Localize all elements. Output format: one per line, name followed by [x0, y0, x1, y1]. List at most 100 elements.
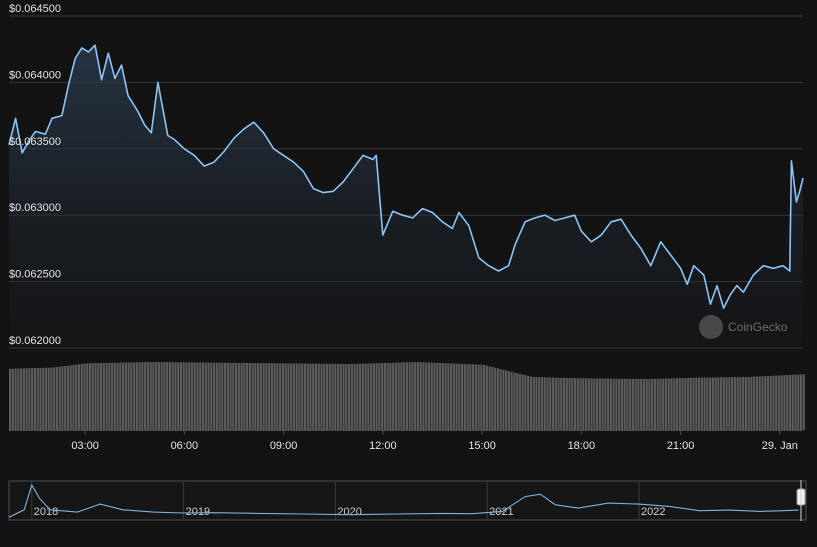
volume-bar — [248, 363, 251, 430]
volume-bar — [102, 362, 105, 430]
volume-bar — [474, 364, 477, 430]
volume-bar — [711, 377, 714, 430]
volume-bar — [695, 377, 698, 430]
volume-bar — [664, 378, 668, 430]
volume-bar — [110, 362, 114, 430]
volume-bar — [576, 378, 579, 430]
volume-bar — [215, 362, 218, 430]
volume-bar — [507, 371, 511, 430]
volume-bar — [579, 378, 582, 430]
volume-bar — [678, 378, 681, 430]
volume-bar — [469, 364, 472, 430]
volume-bar — [750, 376, 753, 430]
volume-bar — [400, 362, 403, 430]
price-area-fill — [9, 45, 803, 348]
volume-bar — [794, 374, 797, 430]
chart-svg: $0.062000 $0.062500 $0.063000 $0.063500 $0.0… — [8, 3, 807, 521]
volume-bar — [119, 362, 122, 430]
volume-bar — [113, 362, 116, 430]
volume-bar — [780, 375, 783, 430]
volume-bar — [386, 362, 389, 430]
volume-bar — [80, 363, 83, 430]
volume-bar — [560, 377, 563, 430]
volume-bar — [223, 362, 227, 430]
volume-bar — [75, 364, 78, 430]
volume-bar — [518, 373, 522, 430]
volume-bar — [697, 377, 701, 430]
volume-bar — [590, 378, 593, 430]
volume-bar — [631, 378, 635, 430]
navigator[interactable]: 2018 2019 2020 2021 2022 — [8, 480, 807, 521]
volume-bar — [557, 377, 560, 430]
volume-bar — [77, 364, 81, 430]
volume-bar — [320, 363, 323, 430]
volume-bar — [345, 363, 348, 430]
volume-bar — [157, 362, 161, 430]
volume-bar — [171, 362, 174, 430]
volume-bar — [722, 377, 725, 430]
volume-bar — [146, 362, 149, 430]
volume-bar — [135, 362, 138, 430]
volume-bar — [193, 362, 196, 430]
volume-bar — [615, 378, 618, 430]
volume-bar — [303, 363, 307, 430]
volume-bar — [551, 377, 555, 430]
volume-bar — [623, 378, 626, 430]
y-tick-label: $0.063500 — [9, 136, 61, 148]
volume-bar — [573, 378, 577, 430]
volume-bar — [538, 377, 541, 430]
volume-bar — [284, 363, 287, 430]
volume-bar — [708, 377, 712, 430]
y-tick-label: $0.062000 — [9, 335, 61, 347]
volume-bar — [312, 363, 315, 430]
volume-bar — [188, 362, 191, 430]
volume-bar — [471, 364, 475, 430]
volume-bar — [510, 371, 513, 430]
volume-bar — [342, 363, 345, 430]
volume-bar — [86, 363, 89, 430]
volume-bar — [744, 376, 748, 430]
volume-bar — [243, 362, 246, 430]
volume-bar — [246, 362, 249, 430]
volume-bar — [207, 362, 210, 430]
volume-bar — [314, 363, 318, 430]
volume-bar — [427, 362, 431, 430]
volume-bar — [210, 362, 213, 430]
coingecko-logo-icon — [699, 315, 723, 339]
volume-bar — [58, 366, 61, 430]
volume-bar — [204, 362, 207, 430]
volume-bar — [149, 362, 152, 430]
volume-bar — [22, 368, 25, 430]
volume-bar — [66, 365, 70, 430]
volume-bar — [739, 377, 742, 430]
volume-bar — [334, 363, 337, 430]
volume-bar — [686, 377, 690, 430]
volume-bar — [788, 374, 792, 430]
x-tick-label: 09:00 — [270, 440, 298, 452]
volume-bar — [325, 363, 329, 430]
volume-bar — [28, 368, 31, 430]
volume-bar — [419, 362, 422, 430]
volume-bar — [543, 377, 546, 430]
volume-bar — [714, 377, 717, 430]
volume-bar — [295, 363, 298, 430]
volume-bar — [306, 363, 309, 430]
volume-bar — [138, 362, 141, 430]
volume-bar — [361, 363, 364, 430]
y-tick-label: $0.062500 — [9, 269, 61, 281]
volume-bar — [742, 377, 745, 430]
volume-bar — [182, 362, 185, 430]
volume-bar — [353, 363, 356, 430]
price-chart: $0.062000 $0.062500 $0.063000 $0.063500 $0.0… — [0, 0, 817, 542]
volume-bar — [758, 376, 761, 430]
volume-bar — [480, 364, 483, 430]
volume-bar — [405, 362, 409, 430]
volume-bar — [673, 378, 676, 430]
volume-bar — [466, 364, 469, 430]
volume-bar — [116, 362, 119, 430]
watermark-text: CoinGecko — [728, 320, 788, 334]
volume-bar — [667, 378, 670, 430]
volume-bar — [494, 367, 497, 430]
volume-bar — [584, 378, 588, 430]
volume-bar — [609, 378, 612, 430]
